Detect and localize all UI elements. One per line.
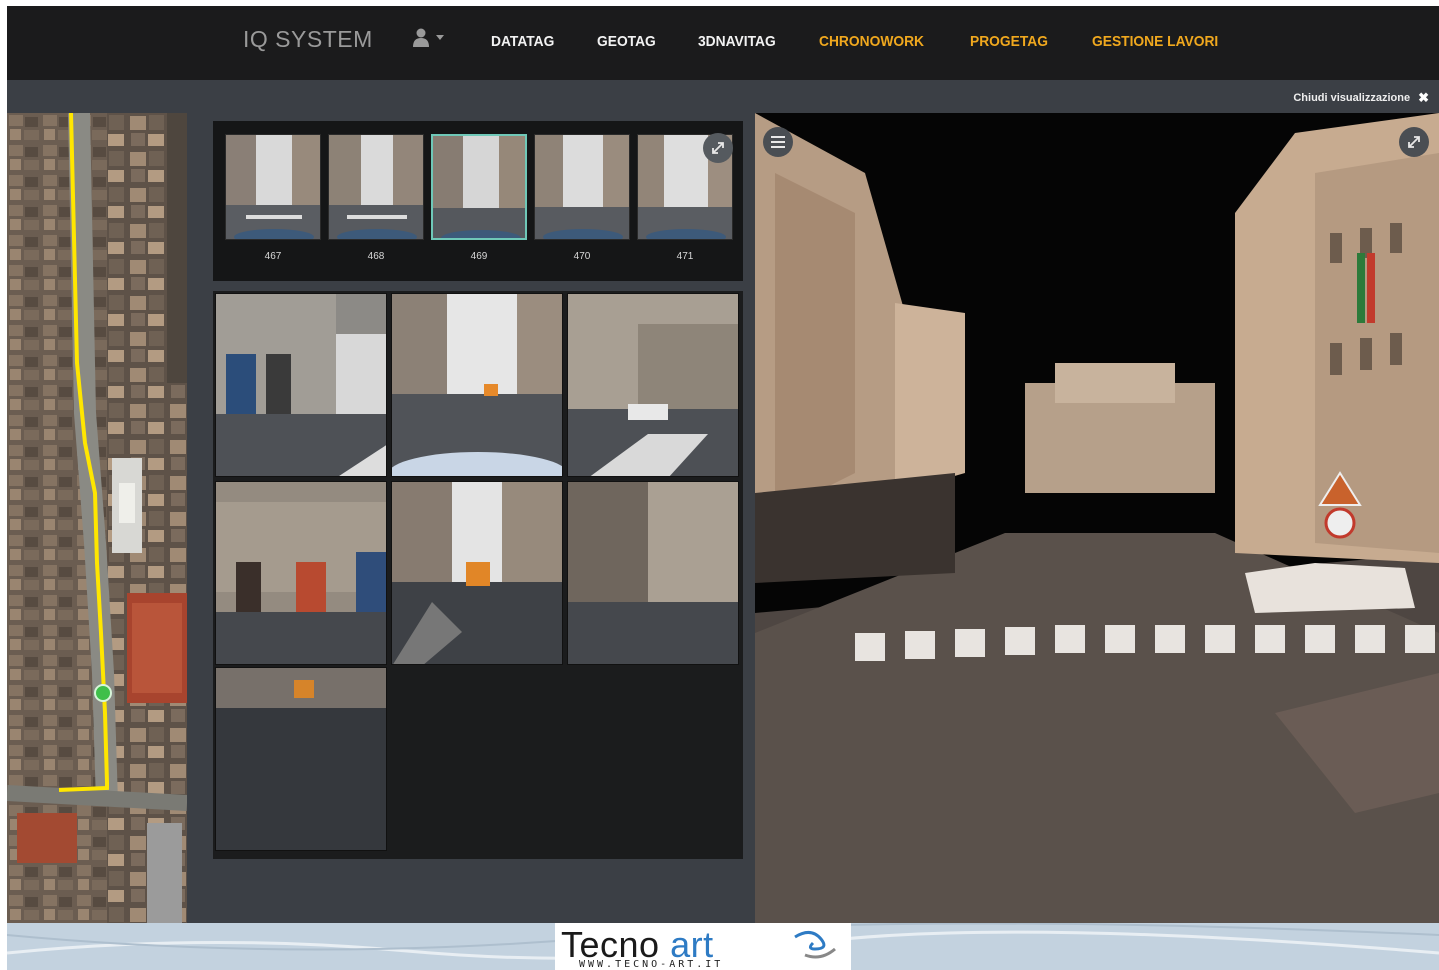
nav-3dnavitag[interactable]: 3DNAVITAG xyxy=(698,33,776,50)
frame-label: 467 xyxy=(264,251,282,262)
camera-view-2[interactable] xyxy=(391,293,563,477)
map-canvas xyxy=(7,113,187,923)
nav-chronowork[interactable]: CHRONOWORK xyxy=(819,33,924,50)
expand-icon xyxy=(712,142,724,154)
close-icon: ✖ xyxy=(1418,90,1429,105)
point-cloud-viewer[interactable] xyxy=(755,113,1439,923)
close-view-label: Chiudi visualizzazione xyxy=(1293,92,1411,104)
close-view-button[interactable]: Chiudi visualizzazione ✖ xyxy=(1293,90,1429,106)
frame-thumbnail-467[interactable] xyxy=(225,134,321,240)
tecnoart-logo: Tecno art WWW.TECNO-ART.IT xyxy=(555,923,851,970)
camera-views-grid xyxy=(213,291,743,859)
nav-gestione-lavori[interactable]: GESTIONE LAVORI xyxy=(1092,33,1218,50)
frame-label: 470 xyxy=(573,251,591,262)
frame-thumbnail-468[interactable] xyxy=(328,134,424,240)
hamburger-menu-icon xyxy=(771,136,785,148)
frame-label: 471 xyxy=(676,251,694,262)
footer-banner: Tecno art WWW.TECNO-ART.IT xyxy=(7,923,1439,970)
camera-view-7[interactable] xyxy=(215,667,387,851)
frame-label: 469 xyxy=(470,251,488,262)
camera-view-6[interactable] xyxy=(567,481,739,665)
expand-icon xyxy=(1408,136,1420,148)
photo-panel: 467 468 469 470 471 xyxy=(187,113,753,923)
nav-progetag[interactable]: PROGETAG xyxy=(970,33,1048,50)
app-window: IQ SYSTEM DATATAG GEOTAG 3DNAVITAG CHRON… xyxy=(7,6,1439,923)
camera-view-5[interactable] xyxy=(391,481,563,665)
viewer-menu-button[interactable] xyxy=(763,127,793,157)
main-nav: DATATAG GEOTAG 3DNAVITAG CHRONOWORK PROG… xyxy=(491,33,1266,50)
user-icon xyxy=(413,28,429,47)
current-position-marker[interactable] xyxy=(94,684,112,702)
camera-view-1[interactable] xyxy=(215,293,387,477)
nav-geotag[interactable]: GEOTAG xyxy=(597,33,656,50)
frame-thumbnail-469-selected[interactable] xyxy=(431,134,527,240)
camera-view-4[interactable] xyxy=(215,481,387,665)
logo-swirl-icon xyxy=(794,931,836,959)
view-toolbar: Chiudi visualizzazione ✖ xyxy=(7,80,1439,113)
frame-thumbnail-470[interactable] xyxy=(534,134,630,240)
viewer-expand-button[interactable] xyxy=(1399,127,1429,157)
caret-down-icon xyxy=(436,35,444,40)
user-menu[interactable] xyxy=(412,28,444,48)
camera-view-3[interactable] xyxy=(567,293,739,477)
satellite-map[interactable] xyxy=(7,113,187,923)
nav-datatag[interactable]: DATATAG xyxy=(491,33,554,50)
brand-logo[interactable]: IQ SYSTEM xyxy=(243,26,373,53)
filmstrip-expand-button[interactable] xyxy=(703,133,733,163)
point-cloud-scene xyxy=(755,113,1439,923)
frame-label: 468 xyxy=(367,251,385,262)
logo-url: WWW.TECNO-ART.IT xyxy=(579,959,724,970)
top-navbar: IQ SYSTEM DATATAG GEOTAG 3DNAVITAG CHRON… xyxy=(7,6,1439,80)
frame-filmstrip: 467 468 469 470 471 xyxy=(213,121,743,281)
